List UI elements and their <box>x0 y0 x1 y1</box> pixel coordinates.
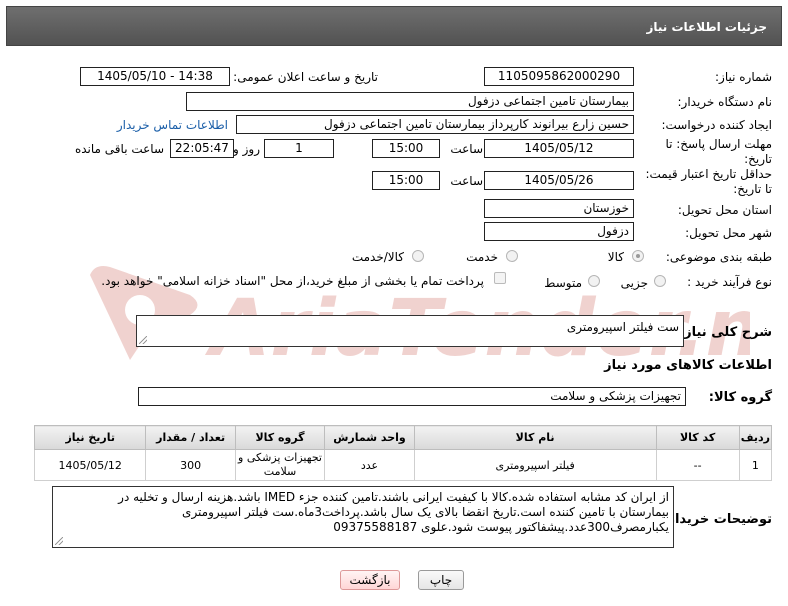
need-number-label: شماره نیاز: <box>715 70 772 84</box>
province-field: خوزستان <box>484 199 634 218</box>
goods-info-title: اطلاعات کالاهای مورد نیاز <box>604 358 772 373</box>
col-header-need-date: تاریخ نیاز <box>33 425 147 450</box>
buyer-org-field: بیمارستان تامین اجتماعی دزفول <box>186 92 634 111</box>
cell-goods-group: تجهیزات پزشکی و سلامت <box>234 449 326 481</box>
category-goods-service-label: کالا/خدمت <box>351 250 404 264</box>
reply-deadline-time-field: 15:00 <box>372 139 440 158</box>
reply-deadline-time-label: ساعت <box>450 142 483 156</box>
col-header-quantity: تعداد / مقدار <box>145 425 236 450</box>
process-label: نوع فرآیند خرید : <box>687 275 772 289</box>
table-row: 1 -- فیلتر اسپیرومتری عدد تجهیزات پزشکی … <box>33 449 773 481</box>
cell-need-date: 1405/05/12 <box>33 449 147 481</box>
city-field: دزفول <box>484 222 634 241</box>
col-header-goods-group: گروه کالا <box>234 425 326 450</box>
process-medium-label: متوسط <box>544 276 582 290</box>
announce-date-field: 1405/05/10 - 14:38 <box>80 67 230 86</box>
days-label: روز و <box>233 142 260 156</box>
remaining-time-label: ساعت باقی مانده <box>74 142 164 156</box>
col-header-unit: واحد شمارش <box>324 425 415 450</box>
resize-grip-icon[interactable] <box>139 336 147 344</box>
reply-deadline-label-line1: مهلت ارسال پاسخ: تا <box>665 137 772 151</box>
province-label: استان محل تحویل: <box>677 203 772 217</box>
category-service-radio[interactable] <box>506 250 518 262</box>
city-label: شهر محل تحویل: <box>685 226 772 240</box>
buyer-notes-text: از ایران کد مشابه استفاده شده.کالا با کی… <box>118 490 669 534</box>
requester-label: ایجاد کننده درخواست: <box>661 118 772 132</box>
process-minor-radio[interactable] <box>654 275 666 287</box>
category-goods-label: کالا <box>607 250 624 264</box>
header-bar: جزئیات اطلاعات نیاز <box>6 6 782 46</box>
buyer-notes-label: توضیحات خریدار: <box>662 512 772 527</box>
description-textarea[interactable]: ست فیلتر اسپیرومتری <box>136 315 684 347</box>
process-medium-radio[interactable] <box>588 275 600 287</box>
category-label: طبقه بندی موضوعی: <box>665 250 772 264</box>
description-text: ست فیلتر اسپیرومتری <box>566 320 679 334</box>
items-table-header-row: ردیف کد کالا نام کالا واحد شمارش گروه کا… <box>33 425 773 450</box>
col-header-item-name: نام کالا <box>413 425 657 450</box>
col-header-item-code: کد کالا <box>655 425 740 450</box>
announce-date-label: تاریخ و ساعت اعلان عمومی: <box>233 70 378 84</box>
price-validity-time-label: ساعت <box>450 174 483 188</box>
treasury-payment-note: پرداخت تمام یا بخشی از مبلغ خرید،از محل … <box>101 274 484 288</box>
price-validity-label-line2: تا تاریخ: <box>733 182 772 196</box>
price-validity-time-field: 15:00 <box>372 171 440 190</box>
reply-deadline-date-field: 1405/05/12 <box>484 139 634 158</box>
process-minor-label: جزیی <box>620 276 648 290</box>
buyer-org-label: نام دستگاه خریدار: <box>677 95 773 109</box>
reply-deadline-label-line2: تاریخ: <box>744 152 772 166</box>
col-header-row-number: ردیف <box>738 425 773 450</box>
back-button[interactable]: بازگشت <box>340 570 400 590</box>
requester-field: حسین زارع بیرانوند کارپرداز بیمارستان تا… <box>236 115 634 134</box>
category-goods-service-radio[interactable] <box>412 250 424 262</box>
need-number-field: 1105095862000290 <box>484 67 634 86</box>
price-validity-date-field: 1405/05/26 <box>484 171 634 190</box>
goods-group-label: گروه کالا: <box>708 390 772 405</box>
remaining-days-field: 1 <box>264 139 334 158</box>
resize-grip-icon[interactable] <box>55 537 63 545</box>
page-title: جزئیات اطلاعات نیاز <box>646 20 767 34</box>
cell-row-number: 1 <box>738 449 773 481</box>
cell-unit: عدد <box>324 449 415 481</box>
category-service-label: خدمت <box>466 250 498 264</box>
remaining-time-field: 22:05:47 <box>170 139 234 158</box>
print-button[interactable]: چاپ <box>418 570 464 590</box>
items-table: ردیف کد کالا نام کالا واحد شمارش گروه کا… <box>33 425 773 481</box>
price-validity-label-line1: حداقل تاریخ اعتبار قیمت: <box>645 167 772 181</box>
description-label: شرح کلی نیاز: <box>678 325 772 340</box>
goods-group-field: تجهیزات پزشکی و سلامت <box>138 387 686 406</box>
cell-item-code: -- <box>655 449 740 481</box>
treasury-payment-checkbox[interactable] <box>494 272 506 284</box>
cell-quantity: 300 <box>145 449 236 481</box>
buyer-contact-link[interactable]: اطلاعات تماس خریدار <box>117 118 228 132</box>
buyer-notes-textarea[interactable]: از ایران کد مشابه استفاده شده.کالا با کی… <box>52 486 674 548</box>
cell-item-name: فیلتر اسپیرومتری <box>413 449 657 481</box>
category-goods-radio[interactable] <box>632 250 644 262</box>
